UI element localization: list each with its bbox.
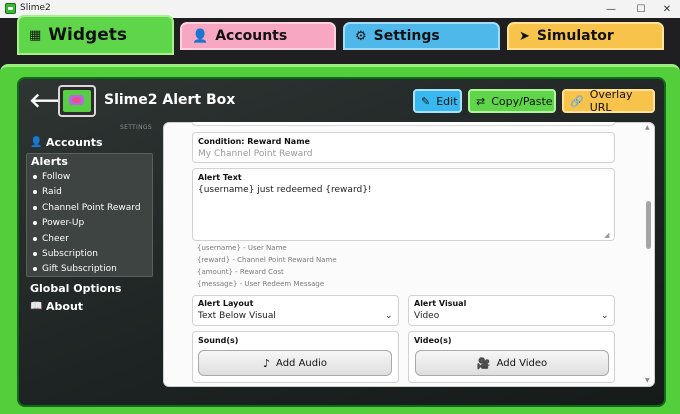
tab-widgets[interactable]: ▦ Widgets — [17, 15, 174, 55]
resize-grip-icon[interactable]: ◢ — [604, 231, 609, 239]
sidebar-item-about[interactable]: 📖 About — [30, 300, 83, 313]
add-audio-label: Add Audio — [276, 357, 327, 369]
hint-username: {username} - User Name — [197, 244, 287, 252]
chevron-down-icon: ⌄ — [385, 311, 393, 321]
sidebar-item-subscription[interactable]: Subscription — [33, 249, 98, 259]
swap-icon: ⇄ — [476, 94, 486, 108]
minimize-button[interactable]: — — [596, 0, 626, 18]
close-button[interactable]: ✕ — [652, 0, 680, 18]
user-icon: 👤 — [192, 28, 209, 44]
sidebar-item-cheer[interactable]: Cheer — [33, 234, 69, 244]
hint-message: {message} - User Redeem Message — [197, 280, 325, 288]
gear-icon: ⚙ — [355, 28, 367, 44]
user-icon: 👤 — [30, 137, 43, 148]
send-icon: ➤ — [519, 28, 530, 44]
widget-thumbnail — [58, 85, 96, 117]
grid-icon: ▦ — [29, 27, 42, 43]
sidebar-item-gift-subscription[interactable]: Gift Subscription — [33, 264, 117, 274]
scroll-up-arrow-icon[interactable]: ▲ — [645, 124, 650, 131]
back-arrow-icon[interactable]: 🡐 — [29, 90, 83, 110]
scrollbar-thumb[interactable] — [646, 201, 651, 249]
sidebar-item-follow[interactable]: Follow — [33, 172, 70, 182]
copy-paste-label: Copy/Paste — [491, 94, 553, 108]
hint-reward: {reward} - Channel Point Reward Name — [197, 256, 337, 264]
previous-field-edge — [192, 122, 615, 126]
scroll-down-arrow-icon[interactable]: ▼ — [645, 377, 650, 384]
alert-text-field[interactable] — [192, 168, 615, 241]
reward-name-input[interactable]: My Channel Point Reward — [198, 149, 313, 159]
window-title: Slime2 — [20, 3, 51, 13]
sidebar-item-alerts[interactable]: Alerts — [31, 155, 68, 168]
settings-caption: SETTINGS — [120, 124, 152, 131]
add-video-label: Add Video — [496, 357, 548, 369]
video-camera-icon: 🎥 — [476, 356, 491, 370]
edit-button[interactable]: ✎ Edit — [413, 89, 462, 113]
tab-label: Accounts — [215, 28, 288, 44]
alert-visual-value: Video — [414, 311, 440, 321]
overlay-url-button[interactable]: 🔗 Overlay URL — [562, 88, 655, 114]
alert-layout-label: Alert Layout — [198, 299, 254, 308]
add-video-button[interactable]: 🎥 Add Video — [415, 350, 609, 376]
tab-label: Widgets — [48, 25, 127, 45]
tab-simulator[interactable]: ➤ Simulator — [507, 22, 664, 50]
music-note-icon: ♪ — [263, 356, 271, 370]
sidebar-item-label: Accounts — [46, 136, 103, 149]
pencil-icon: ✎ — [421, 94, 431, 108]
book-icon: 📖 — [30, 301, 43, 312]
sidebar-item-power-up[interactable]: Power-Up — [33, 218, 84, 228]
alert-text-input[interactable]: {username} just redeemed {reward}! — [198, 185, 372, 195]
sounds-label: Sound(s) — [198, 336, 239, 345]
copy-paste-button[interactable]: ⇄ Copy/Paste — [468, 89, 556, 113]
tab-settings[interactable]: ⚙ Settings — [343, 22, 500, 50]
overlay-url-label: Overlay URL — [589, 88, 633, 114]
alert-layout-value: Text Below Visual — [198, 311, 276, 321]
hint-amount: {amount} - Reward Cost — [197, 268, 284, 276]
sidebar-item-channel-point-reward[interactable]: Channel Point Reward — [33, 203, 141, 213]
sidebar-item-raid[interactable]: Raid — [33, 187, 62, 197]
tab-accounts[interactable]: 👤 Accounts — [180, 22, 336, 50]
reward-name-label: Condition: Reward Name — [198, 137, 310, 146]
sidebar-item-global-options[interactable]: Global Options — [30, 282, 121, 295]
alert-text-label: Alert Text — [198, 173, 242, 182]
tab-label: Settings — [373, 28, 440, 44]
tab-label: Simulator — [536, 28, 614, 44]
widget-title: Slime2 Alert Box — [104, 92, 236, 108]
slime-app-icon — [5, 3, 16, 14]
alert-visual-label: Alert Visual — [414, 299, 467, 308]
sidebar-item-accounts[interactable]: 👤 Accounts — [30, 136, 103, 149]
chevron-down-icon: ⌄ — [601, 311, 609, 321]
edit-button-label: Edit — [436, 94, 458, 108]
videos-label: Video(s) — [414, 336, 452, 345]
add-audio-button[interactable]: ♪ Add Audio — [198, 350, 392, 376]
sidebar-item-label: About — [46, 300, 84, 313]
link-icon: 🔗 — [570, 94, 584, 108]
